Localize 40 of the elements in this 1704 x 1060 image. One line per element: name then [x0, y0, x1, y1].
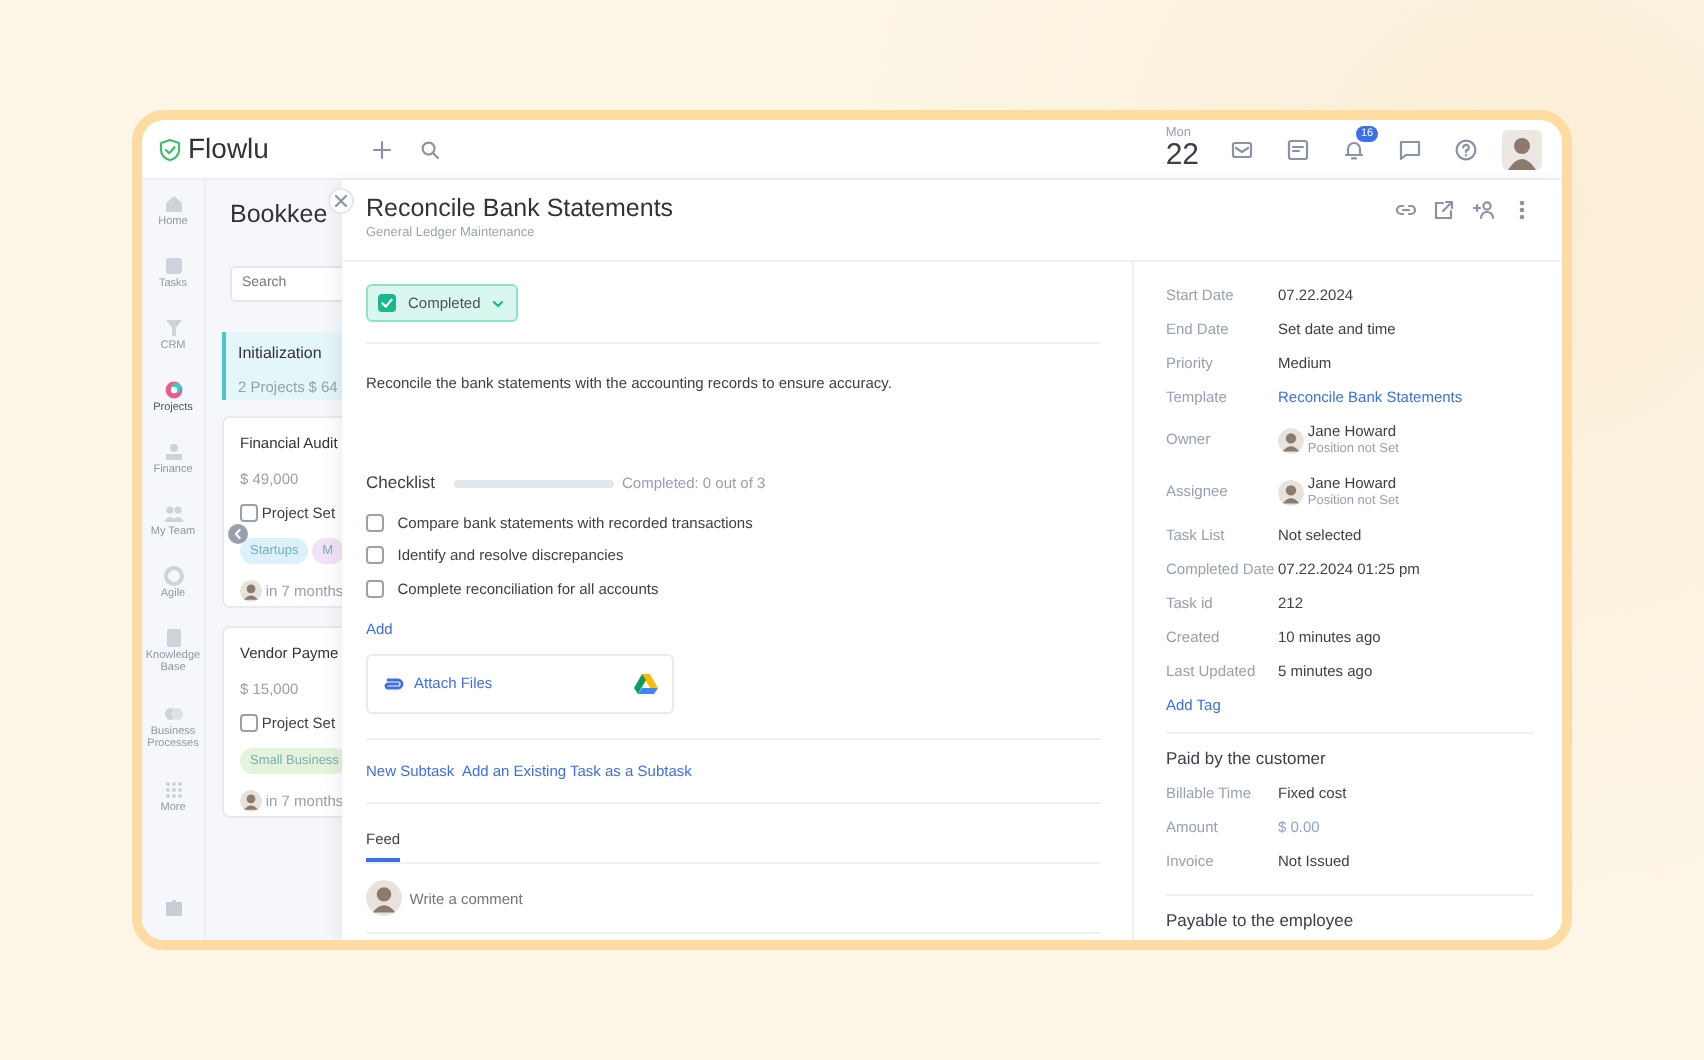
- search-icon[interactable]: [420, 139, 441, 159]
- date-label: 22: [1165, 140, 1199, 171]
- circles-icon: [161, 378, 185, 402]
- section-title: Payable to the employee: [1166, 908, 1356, 934]
- close-icon: [334, 194, 348, 208]
- checkbox[interactable]: [366, 546, 384, 565]
- chevron-left-icon[interactable]: [228, 524, 248, 544]
- avatar-icon: [366, 880, 402, 917]
- avatar-icon: [240, 790, 262, 813]
- grid-icon: [161, 778, 185, 802]
- note-icon[interactable]: [1286, 137, 1310, 161]
- task-title: Reconcile Bank Statements: [366, 194, 676, 224]
- avatar-icon: [1278, 427, 1304, 453]
- triangle-drive-icon: [634, 672, 658, 695]
- chat-icon[interactable]: [1398, 137, 1422, 161]
- paperclip-icon: [382, 675, 404, 692]
- funnel-icon: [161, 316, 185, 340]
- home-icon: [161, 192, 185, 216]
- avatar-icon: [240, 580, 262, 603]
- avatar-icon: [1278, 479, 1304, 505]
- checkbox[interactable]: [240, 714, 258, 733]
- check-shield-icon: [158, 137, 182, 161]
- app-logo-text: Flowlu: [188, 130, 269, 168]
- board-title: Bookkee: [230, 198, 330, 232]
- checkbox[interactable]: [366, 579, 384, 598]
- plus-icon[interactable]: [372, 139, 393, 159]
- add-person-icon[interactable]: [1471, 197, 1495, 222]
- close-button[interactable]: [328, 188, 354, 214]
- avatar-icon[interactable]: [1502, 129, 1542, 169]
- stage-title: Initialization: [238, 341, 324, 366]
- checklist-title: Checklist: [366, 470, 435, 496]
- checkbox[interactable]: [240, 504, 258, 523]
- section-title: Paid by the customer: [1166, 746, 1328, 772]
- caret-icon: [492, 297, 505, 309]
- mail-icon[interactable]: [1230, 137, 1254, 161]
- help-icon[interactable]: [1454, 137, 1478, 161]
- people-icon: [161, 502, 185, 526]
- external-link-icon[interactable]: [1432, 197, 1456, 222]
- bell-icon[interactable]: [1342, 137, 1366, 161]
- checkbox[interactable]: [366, 513, 384, 532]
